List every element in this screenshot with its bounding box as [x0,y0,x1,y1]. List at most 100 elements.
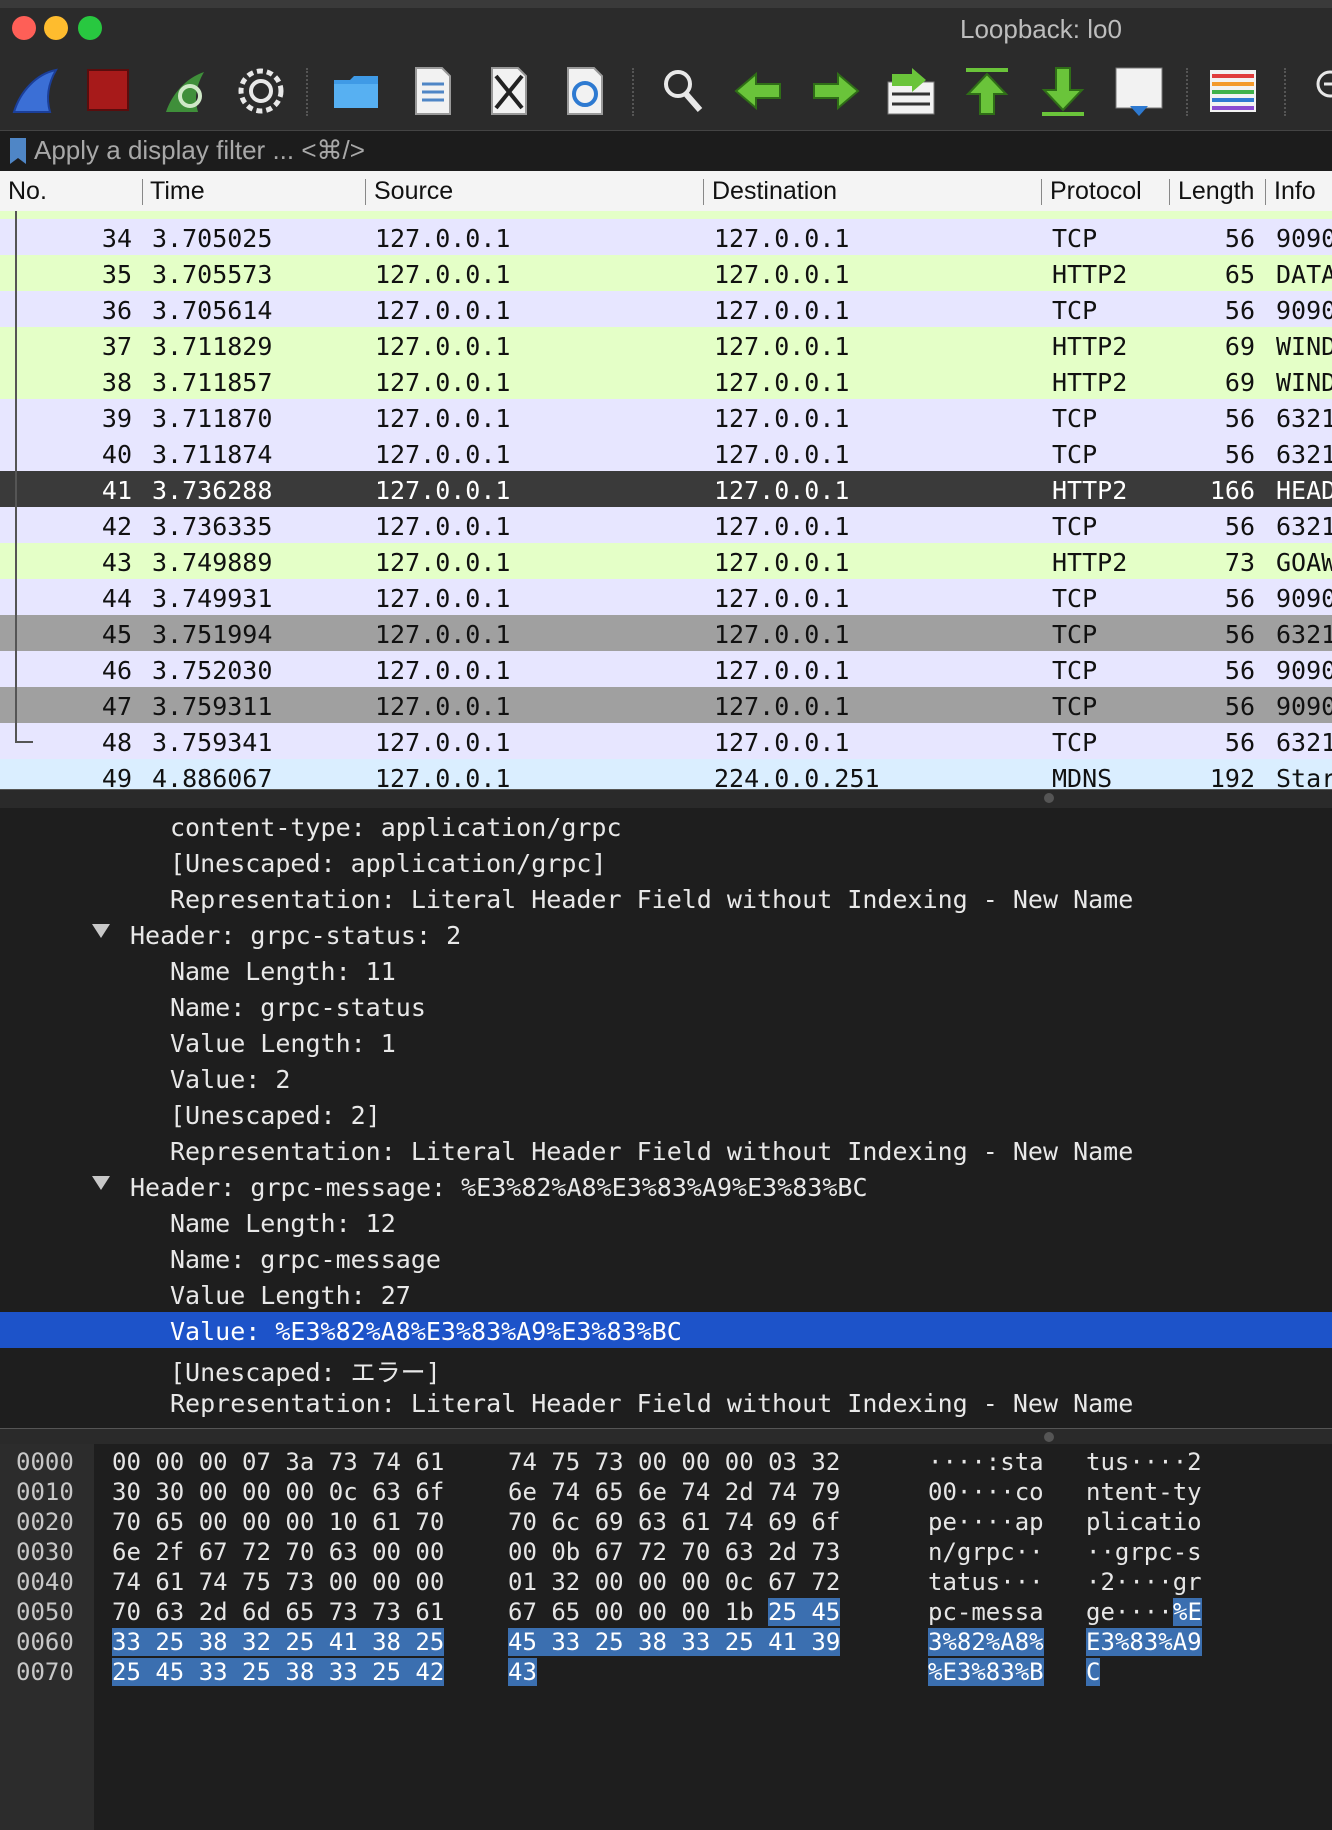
expand-triangle-icon[interactable] [92,924,110,938]
go-forward-button[interactable] [806,62,864,120]
hex-bytes[interactable]: 74 61 74 75 73 00 00 00 [112,1568,444,1596]
detail-tree-item[interactable]: Representation: Literal Header Field wit… [0,1132,1332,1168]
detail-tree-item[interactable]: Name Length: 11 [0,952,1332,988]
column-header-info[interactable]: Info [1274,177,1316,206]
byte-offset[interactable]: 0020 [16,1508,74,1536]
capture-options-button[interactable] [232,62,290,120]
hex-bytes[interactable]: 74 75 73 00 00 00 03 32 [508,1448,840,1476]
detail-tree-item[interactable]: Name Length: 12 [0,1204,1332,1240]
first-packet-button[interactable] [958,62,1016,120]
hex-bytes-highlighted[interactable]: 25 45 33 25 38 33 25 42 [112,1658,445,1686]
detail-tree-item[interactable]: Value: %E3%82%A8%E3%83%A9%E3%83%BC [0,1312,1332,1348]
reload-file-button[interactable] [556,62,614,120]
detail-tree-item[interactable]: Header: grpc-message: %E3%82%A8%E3%83%A9… [0,1168,1332,1204]
detail-tree-item[interactable]: Value Length: 27 [0,1276,1332,1312]
ascii-bytes[interactable]: ··grpc-s [1086,1538,1202,1566]
detail-tree-item[interactable]: [Unescaped: エラー] [0,1348,1332,1387]
ascii-bytes-highlighted[interactable]: E3%83%A9 [1086,1628,1202,1656]
hex-bytes[interactable]: 6e 74 65 6e 74 2d 74 79 [508,1478,840,1506]
byte-offset[interactable]: 0030 [16,1538,74,1566]
byte-offset[interactable]: 0050 [16,1598,74,1626]
bookmark-icon[interactable] [8,136,28,166]
zoom-window-button[interactable] [78,16,102,40]
packet-row[interactable]: 40 3.711874 127.0.0.1 127.0.0.1 TCP 56 6321 [0,435,1332,471]
byte-offset[interactable]: 0040 [16,1568,74,1596]
column-header-source[interactable]: Source [374,177,453,206]
hex-bytes-highlighted[interactable]: 43 [508,1658,537,1686]
column-header-protocol[interactable]: Protocol [1050,177,1142,206]
ascii-bytes-highlighted[interactable]: C [1086,1658,1101,1686]
hex-bytes[interactable]: 30 30 00 00 00 0c 63 6f [112,1478,444,1506]
hex-bytes[interactable]: 70 6c 69 63 61 74 69 6f [508,1508,840,1536]
zoom-in-button[interactable] [1300,62,1332,120]
ascii-bytes[interactable]: ntent-ty [1086,1478,1202,1506]
packet-row[interactable]: 37 3.711829 127.0.0.1 127.0.0.1 HTTP2 69 WIND [0,327,1332,363]
hex-bytes[interactable]: 70 65 00 00 00 10 61 70 [112,1508,444,1536]
ascii-bytes[interactable]: pc-messa [928,1598,1044,1626]
minimize-window-button[interactable] [44,16,68,40]
packet-row[interactable]: 46 3.752030 127.0.0.1 127.0.0.1 TCP 56 9090 [0,651,1332,687]
hex-bytes[interactable]: 00 0b 67 72 70 63 2d 73 [508,1538,840,1566]
display-filter-input[interactable] [34,135,1324,165]
hex-bytes[interactable]: 6e 2f 67 72 70 63 00 00 [112,1538,444,1566]
packet-row[interactable]: 43 3.749889 127.0.0.1 127.0.0.1 HTTP2 73 GOAW [0,543,1332,579]
detail-tree-item[interactable]: Name: grpc-message [0,1240,1332,1276]
ascii-bytes[interactable]: 00····co [928,1478,1044,1506]
packet-row[interactable]: 47 3.759311 127.0.0.1 127.0.0.1 TCP 56 9090 [0,687,1332,723]
detail-tree-item[interactable]: content-type: application/grpc [0,808,1332,844]
detail-tree-item[interactable]: Name: grpc-status [0,988,1332,1024]
byte-offset[interactable]: 0000 [16,1448,74,1476]
close-file-button[interactable] [480,62,538,120]
ascii-bytes[interactable]: ····:sta [928,1448,1044,1476]
byte-offset[interactable]: 0070 [16,1658,74,1686]
detail-tree-item[interactable]: Representation: Literal Header Field wit… [0,880,1332,916]
byte-offset[interactable]: 0010 [16,1478,74,1506]
packet-row[interactable]: 41 3.736288 127.0.0.1 127.0.0.1 HTTP2 166 HEAD [0,471,1332,507]
ascii-bytes[interactable]: plicatio [1086,1508,1202,1536]
pane-splitter[interactable] [0,789,1332,809]
go-to-packet-button[interactable] [882,62,940,120]
packet-row[interactable]: 48 3.759341 127.0.0.1 127.0.0.1 TCP 56 6321 [0,723,1332,759]
ascii-bytes[interactable]: ge···· [1086,1598,1173,1626]
ascii-bytes-highlighted[interactable]: %E3%83%B [928,1658,1044,1686]
stop-capture-button[interactable] [80,62,138,120]
packet-row[interactable]: 36 3.705614 127.0.0.1 127.0.0.1 TCP 56 9090 [0,291,1332,327]
ascii-bytes[interactable]: n/grpc·· [928,1538,1044,1566]
hex-bytes[interactable]: 00 00 00 07 3a 73 74 61 [112,1448,444,1476]
save-file-button[interactable] [404,62,462,120]
packet-row[interactable]: 39 3.711870 127.0.0.1 127.0.0.1 TCP 56 6321 [0,399,1332,435]
expand-triangle-icon[interactable] [92,1176,110,1190]
packet-row[interactable]: 34 3.705025 127.0.0.1 127.0.0.1 TCP 56 9090 [0,219,1332,255]
packet-row[interactable]: 45 3.751994 127.0.0.1 127.0.0.1 TCP 56 6321 [0,615,1332,651]
go-back-button[interactable] [730,62,788,120]
packet-row[interactable]: 49 4.886067 127.0.0.1 224.0.0.251 MDNS 192 Sta… [0,759,1332,789]
detail-tree-item[interactable]: [Unescaped: 2] [0,1096,1332,1132]
detail-tree-item[interactable]: [Unescaped: application/grpc] [0,844,1332,880]
restart-capture-button[interactable] [156,62,214,120]
open-file-button[interactable] [328,62,386,120]
find-packet-button[interactable] [654,62,712,120]
hex-bytes-highlighted[interactable]: 45 33 25 38 33 25 41 39 [508,1628,841,1656]
packet-row[interactable]: 35 3.705573 127.0.0.1 127.0.0.1 HTTP2 65 DATA [0,255,1332,291]
hex-bytes[interactable]: 67 65 00 00 00 1b [508,1598,768,1626]
auto-scroll-button[interactable] [1110,62,1168,120]
hex-bytes-highlighted[interactable]: 25 45 [768,1598,841,1626]
hex-bytes[interactable]: 70 63 2d 6d 65 73 73 61 [112,1598,444,1626]
detail-tree-item[interactable]: Representation: Literal Header Field wit… [0,1384,1332,1420]
ascii-bytes[interactable]: pe····ap [928,1508,1044,1536]
column-header-length[interactable]: Length [1178,177,1254,206]
detail-tree-item[interactable]: Value Length: 1 [0,1024,1332,1060]
ascii-bytes[interactable]: tatus··· [928,1568,1044,1596]
packet-row[interactable]: 38 3.711857 127.0.0.1 127.0.0.1 HTTP2 69 WIND [0,363,1332,399]
detail-tree-item[interactable]: Header: grpc-status: 2 [0,916,1332,952]
ascii-bytes[interactable]: ·2····gr [1086,1568,1202,1596]
byte-offset[interactable]: 0060 [16,1628,74,1656]
column-header-no[interactable]: No. [8,177,47,206]
hex-bytes-highlighted[interactable]: 33 25 38 32 25 41 38 25 [112,1628,445,1656]
packet-row[interactable]: 44 3.749931 127.0.0.1 127.0.0.1 TCP 56 9090 [0,579,1332,615]
detail-tree-item[interactable]: Value: 2 [0,1060,1332,1096]
column-header-time[interactable]: Time [150,177,205,206]
packet-row[interactable]: 42 3.736335 127.0.0.1 127.0.0.1 TCP 56 6321 [0,507,1332,543]
hex-bytes[interactable]: 01 32 00 00 00 0c 67 72 [508,1568,840,1596]
ascii-bytes-highlighted[interactable]: 3%82%A8% [928,1628,1044,1656]
